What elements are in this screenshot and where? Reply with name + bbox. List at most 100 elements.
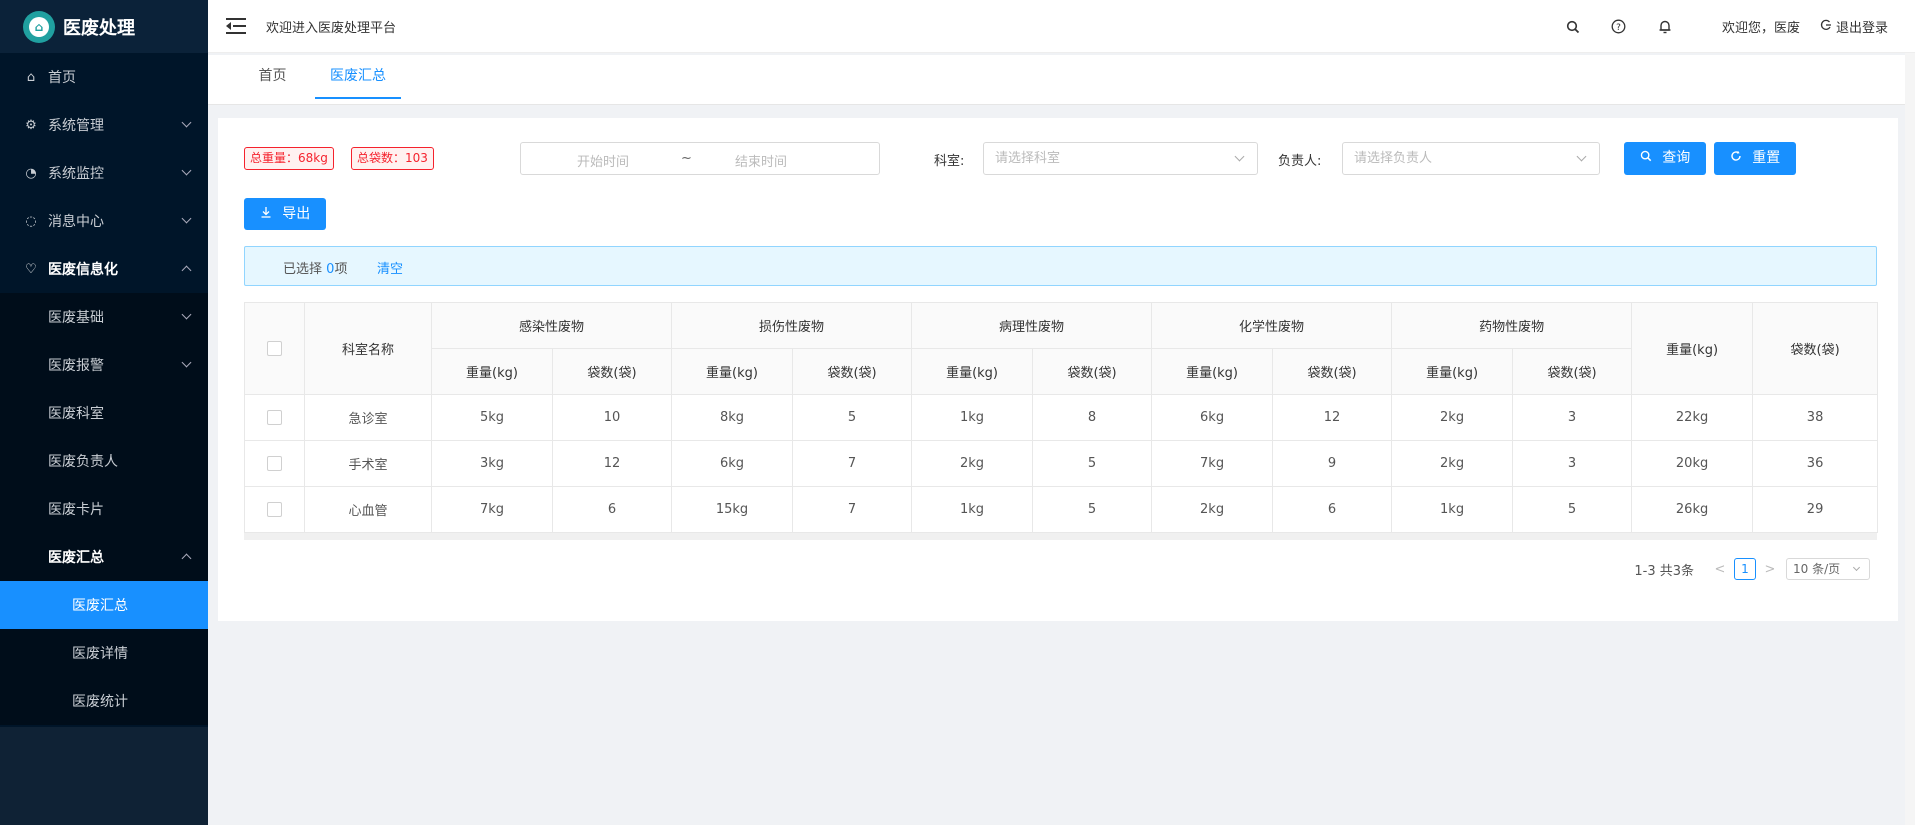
chevron-down-icon — [181, 357, 192, 368]
sidebar-item-system-monitor[interactable]: ◔ 系统监控 — [0, 149, 208, 197]
row-checkbox[interactable] — [267, 410, 282, 425]
table-cell: 8kg — [671, 394, 794, 441]
sidebar-item-label: 医废信息化 — [48, 262, 118, 278]
reset-button[interactable]: 重置 — [1714, 142, 1796, 175]
sidebar-item-waste-stats[interactable]: 医废统计 — [0, 677, 208, 725]
column-group-header: 药物性废物 — [1391, 302, 1633, 349]
end-date-input[interactable]: 结束时间 — [735, 151, 787, 170]
table-cell: 1kg — [1391, 486, 1514, 533]
clear-selection-link[interactable]: 清空 — [377, 258, 403, 277]
date-range-picker[interactable]: 开始时间 ~ 结束时间 — [520, 142, 880, 175]
bell-icon[interactable] — [1642, 19, 1688, 34]
logo[interactable]: ⌂ 医废处理 — [0, 0, 208, 53]
start-date-input[interactable]: 开始时间 — [577, 151, 629, 170]
select-all-cell — [244, 302, 305, 395]
sidebar-item-waste-summary[interactable]: 医废汇总 — [0, 581, 208, 629]
table-cell: 9 — [1272, 440, 1393, 487]
header-actions: ? 欢迎您，医废 退出登录 — [1550, 0, 1915, 53]
table-cell: 8 — [1032, 394, 1153, 441]
tab-home[interactable]: 首页 — [250, 55, 295, 98]
dashboard-icon: ◔ — [25, 165, 37, 181]
sidebar-item-waste-basic[interactable]: 医废基础 — [0, 293, 208, 341]
column-header: 袋数(袋) — [792, 348, 913, 395]
home-icon: ⌂ — [26, 69, 36, 85]
chevron-up-icon — [181, 553, 192, 564]
row-select-cell — [244, 486, 305, 533]
table-cell: 26kg — [1631, 486, 1754, 533]
owner-select-placeholder: 请选择负责人 — [1354, 151, 1433, 166]
platform-welcome-text: 欢迎进入医废处理平台 — [266, 20, 397, 36]
selection-alert: 已选择 0项 清空 — [244, 246, 1877, 286]
row-select-cell — [244, 440, 305, 487]
table-cell: 7 — [792, 440, 913, 487]
chevron-down-icon — [1576, 151, 1587, 162]
tab-waste-summary[interactable]: 医废汇总 — [315, 55, 401, 99]
total-weight-badge: 总重量：68kg — [244, 147, 334, 170]
row-checkbox[interactable] — [267, 456, 282, 471]
table-cell: 7 — [792, 486, 913, 533]
table-cell: 5 — [792, 394, 913, 441]
sidebar-item-message-center[interactable]: ◌ 消息中心 — [0, 197, 208, 245]
sidebar-submenu: 医废基础 医废报警 医废科室 医废负责人 医废卡片 医废汇总 医废汇总 医废详情… — [0, 293, 208, 725]
dept-select[interactable]: 请选择科室 — [983, 142, 1258, 175]
column-group-header: 化学性废物 — [1151, 302, 1393, 349]
select-all-checkbox[interactable] — [267, 341, 282, 356]
table-cell: 22kg — [1631, 394, 1754, 441]
column-header: 袋数(袋) — [1032, 348, 1153, 395]
sidebar-item-waste-owner[interactable]: 医废负责人 — [0, 437, 208, 485]
table-row[interactable]: 手术室 3kg 12 6kg 7 2kg 5 7kg 9 2kg 3 20kg … — [244, 440, 1879, 487]
column-header: 袋数(袋) — [1752, 302, 1879, 395]
dept-select-placeholder: 请选择科室 — [995, 151, 1061, 166]
sidebar-item-waste-detail[interactable]: 医废详情 — [0, 629, 208, 677]
column-header: 袋数(袋) — [1272, 348, 1393, 395]
reset-button-label: 重置 — [1752, 150, 1781, 166]
table-cell: 5 — [1032, 486, 1153, 533]
query-button[interactable]: 查询 — [1624, 142, 1706, 175]
page-size-select[interactable]: 10 条/页 — [1786, 558, 1870, 580]
page-size-value: 10 条/页 — [1793, 562, 1841, 576]
table-row[interactable]: 心血管 7kg 6 15kg 7 1kg 5 2kg 6 1kg 5 26kg … — [244, 486, 1879, 533]
dept-filter-label: 科室: — [934, 154, 965, 169]
table-cell: 2kg — [1151, 486, 1274, 533]
pagination: 1-3 共3条 < 1 > 10 条/页 — [1634, 558, 1877, 580]
app-title: 医废处理 — [63, 17, 135, 39]
menu-fold-icon[interactable] — [226, 18, 246, 34]
sidebar-item-waste-alarm[interactable]: 医废报警 — [0, 341, 208, 389]
table-cell: 7kg — [431, 486, 553, 533]
owner-select[interactable]: 请选择负责人 — [1342, 142, 1600, 175]
sidebar-item-home[interactable]: ⌂ 首页 — [0, 53, 208, 101]
reload-icon — [1730, 150, 1746, 166]
summary-table: 科室名称 感染性废物 损伤性废物 病理性废物 化学性废物 药物性废物 重量(kg… — [244, 302, 1879, 533]
column-header: 科室名称 — [304, 302, 432, 395]
page-vertical-scrollbar[interactable] — [1905, 53, 1915, 825]
user-greeting[interactable]: 欢迎您，医废 — [1722, 17, 1800, 36]
logout-button[interactable]: 退出登录 — [1820, 17, 1888, 36]
export-button[interactable]: 导出 — [244, 198, 326, 230]
sidebar-item-label: 首页 — [48, 70, 76, 86]
column-header: 重量(kg) — [1631, 302, 1754, 395]
table-row[interactable]: 急诊室 5kg 10 8kg 5 1kg 8 6kg 12 2kg 3 22kg… — [244, 394, 1879, 441]
column-group-header: 感染性废物 — [430, 302, 673, 349]
sidebar-item-waste-summary-group[interactable]: 医废汇总 — [0, 533, 208, 581]
sidebar-item-label: 医废基础 — [48, 310, 104, 326]
page-number-current[interactable]: 1 — [1734, 558, 1756, 580]
table-cell: 急诊室 — [304, 394, 432, 441]
sidebar-item-waste-dept[interactable]: 医废科室 — [0, 389, 208, 437]
help-icon[interactable]: ? — [1596, 19, 1642, 34]
row-checkbox[interactable] — [267, 502, 282, 517]
message-icon: ◌ — [25, 213, 37, 229]
sidebar: ⌂ 医废处理 ⌂ 首页 ⚙ 系统管理 ◔ 系统监控 ◌ 消息中心 ♡ 医废信息化 — [0, 0, 208, 825]
sidebar-item-system-management[interactable]: ⚙ 系统管理 — [0, 101, 208, 149]
chevron-down-icon — [1234, 151, 1245, 162]
table-horizontal-scrollbar[interactable] — [244, 533, 1877, 540]
sidebar-item-medical-waste-info[interactable]: ♡ 医废信息化 — [0, 245, 208, 293]
sidebar-item-label: 医废卡片 — [48, 502, 104, 518]
sidebar-item-label: 医废详情 — [72, 646, 128, 662]
prev-page-icon[interactable]: < — [1714, 562, 1726, 577]
table-cell: 5 — [1032, 440, 1153, 487]
top-header: 欢迎进入医废处理平台 ? 欢迎您，医废 退出登录 — [208, 0, 1915, 53]
next-page-icon[interactable]: > — [1764, 562, 1776, 577]
search-icon[interactable] — [1550, 20, 1596, 34]
column-header: 重量(kg) — [431, 348, 553, 395]
sidebar-item-waste-card[interactable]: 医废卡片 — [0, 485, 208, 533]
